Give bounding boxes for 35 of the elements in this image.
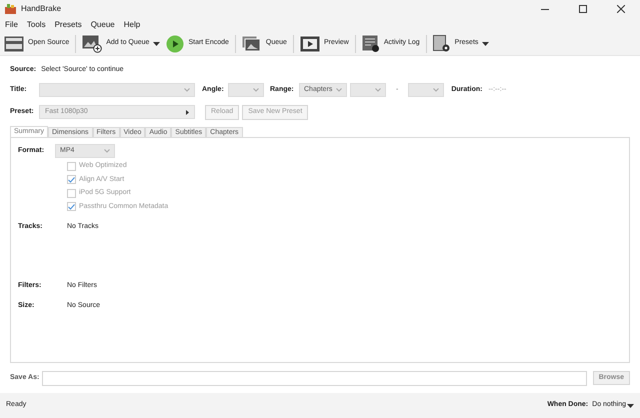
maximize-icon (579, 5, 587, 13)
close-icon (617, 5, 625, 13)
menu-item[interactable]: Tools (26, 19, 46, 31)
window-title: HandBrake (21, 3, 62, 15)
dropdown[interactable] (408, 83, 444, 97)
chevron-icon (253, 88, 259, 92)
image-stack-icon (242, 36, 262, 52)
menu-item[interactable]: Presets (54, 19, 82, 31)
menu-item[interactable]: File (5, 19, 18, 31)
chevron-icon (184, 88, 190, 92)
dropdown[interactable] (350, 83, 386, 97)
film-icon (300, 36, 320, 52)
log-icon (362, 34, 380, 52)
caret-icon (627, 404, 634, 408)
menu-item[interactable]: Queue (90, 19, 115, 31)
caret-icon (153, 42, 160, 46)
checkbox[interactable] (67, 162, 76, 171)
menu-item[interactable]: Help (124, 19, 140, 31)
dropdown[interactable] (228, 83, 264, 97)
checkbox[interactable] (67, 175, 76, 184)
chevron-icon (104, 149, 110, 153)
play-icon (166, 34, 184, 52)
chevron-icon (433, 88, 440, 92)
minimize-icon (541, 8, 549, 10)
add-image-icon (82, 34, 102, 52)
checkbox[interactable] (67, 188, 76, 198)
arrow-right-icon (186, 110, 189, 114)
checkbox[interactable] (67, 202, 76, 212)
save-as-field[interactable] (42, 370, 587, 386)
dropdown[interactable] (39, 83, 195, 97)
chevron-icon (375, 88, 381, 92)
app-logo-icon (5, 4, 16, 14)
document-gear-icon (432, 34, 451, 52)
chevron-icon (336, 88, 342, 92)
caret-icon (482, 42, 490, 46)
